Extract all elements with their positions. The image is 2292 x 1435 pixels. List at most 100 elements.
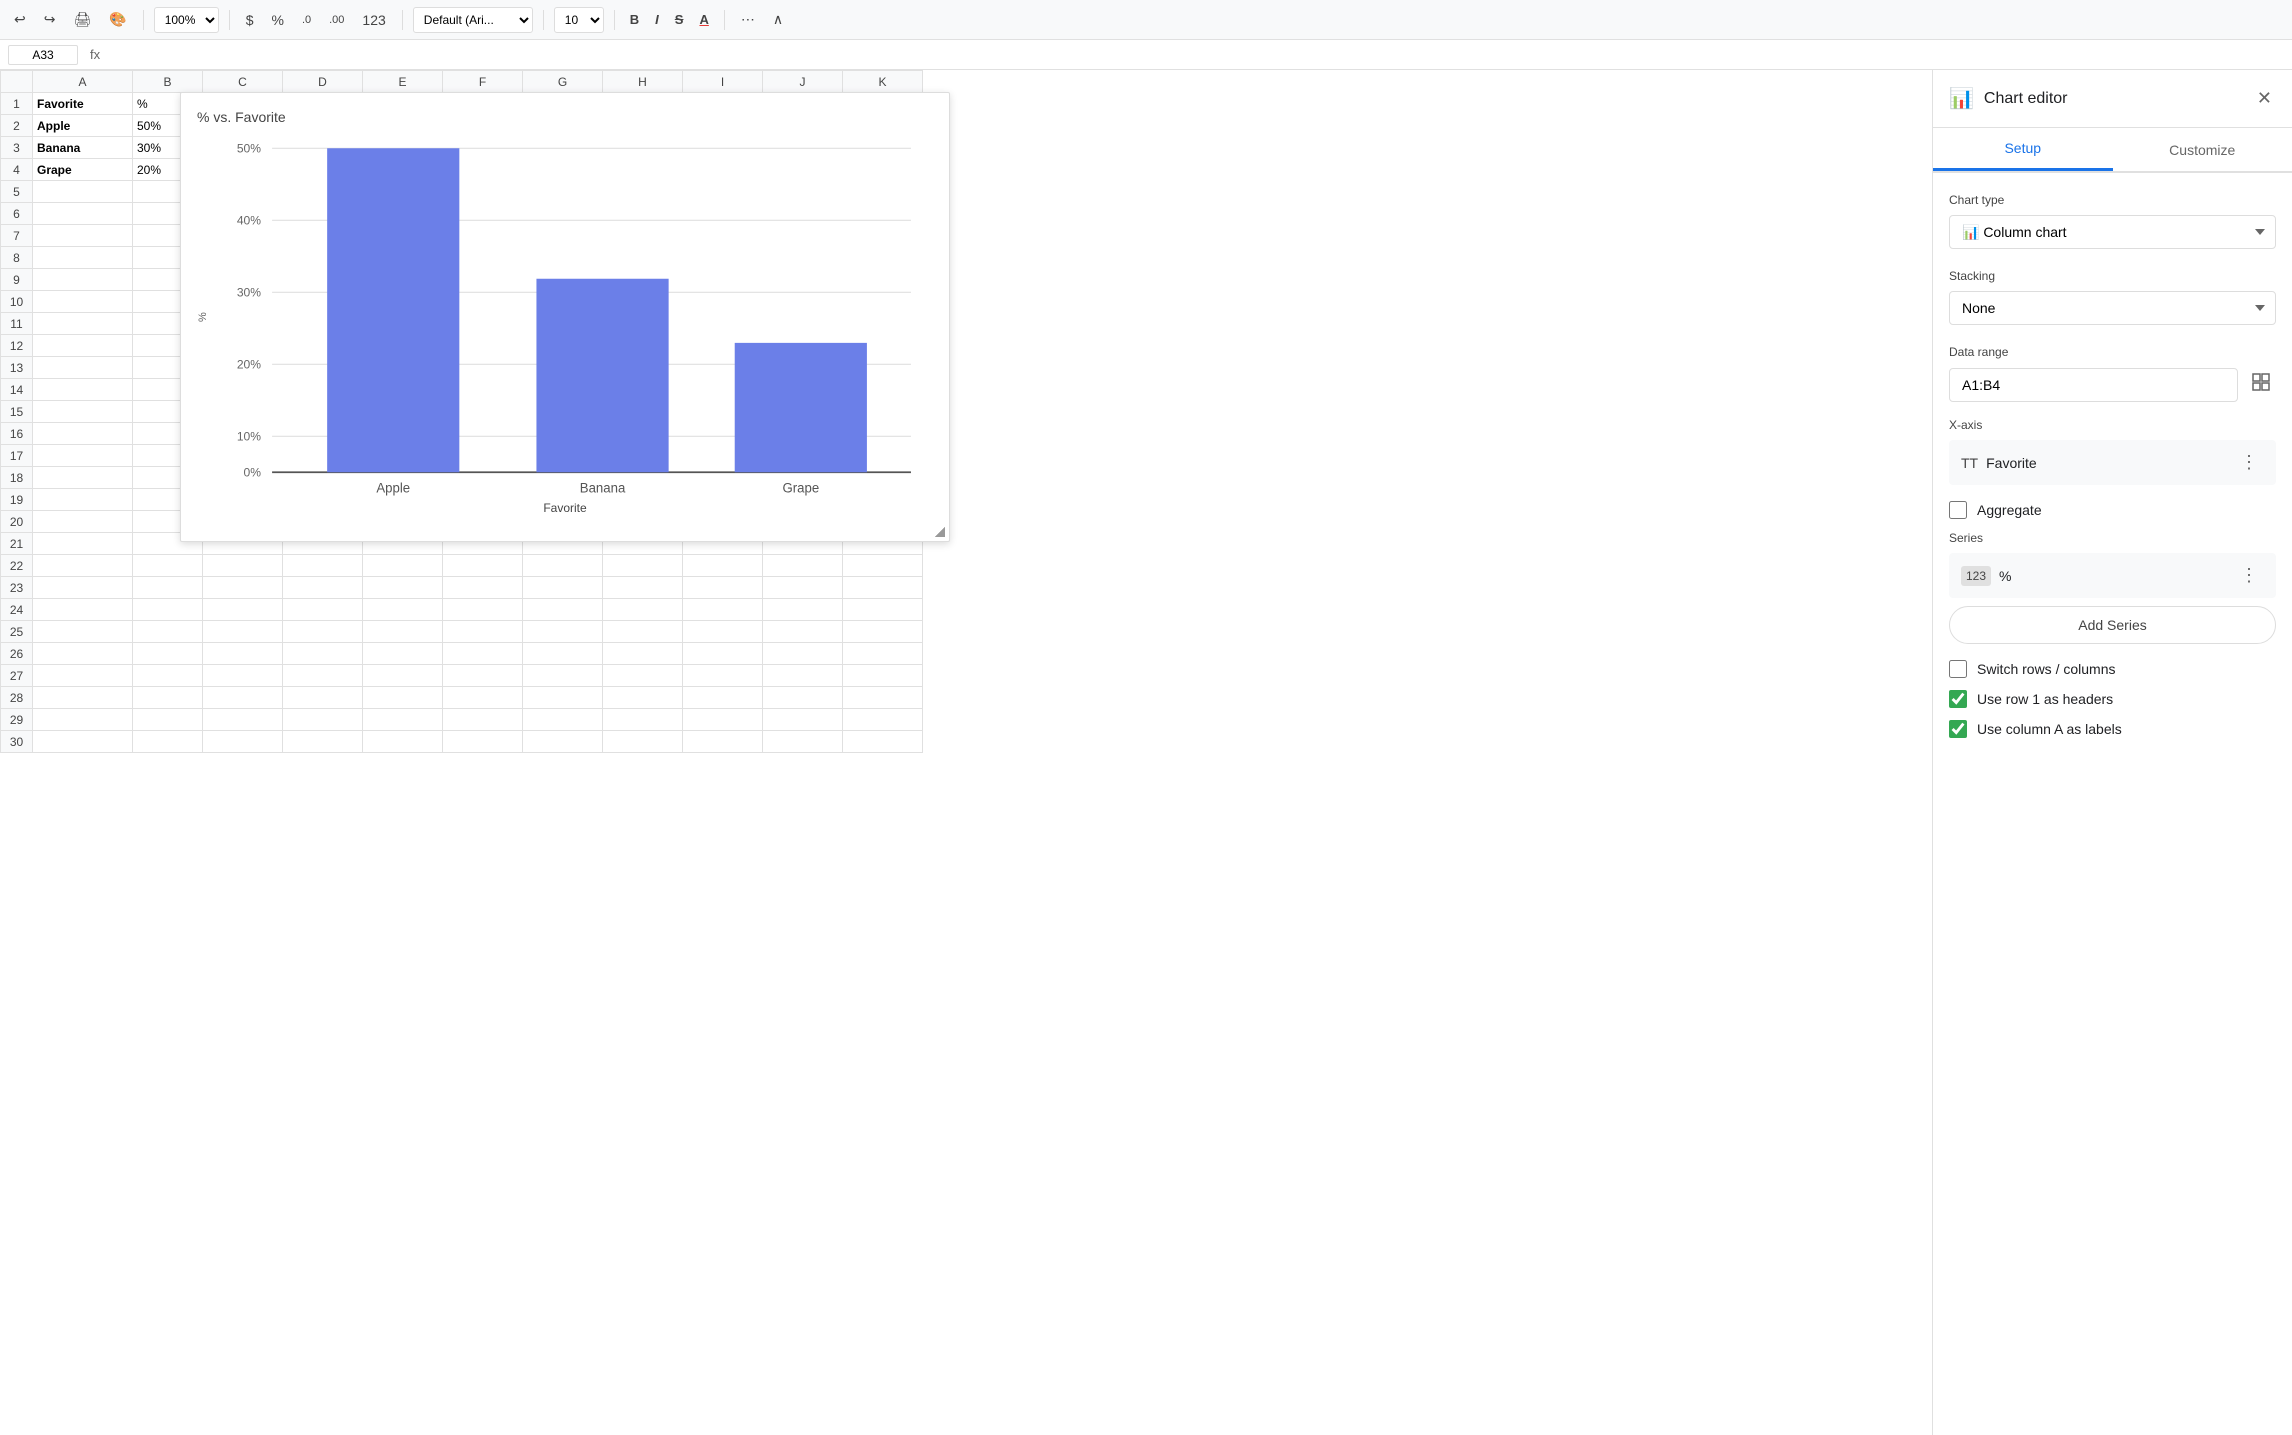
cell-a5[interactable]: [33, 181, 133, 203]
cell-k30[interactable]: [843, 731, 923, 753]
row-header-24[interactable]: 24: [1, 599, 33, 621]
cell-b30[interactable]: [133, 731, 203, 753]
collapse-button[interactable]: ∧: [767, 7, 789, 32]
row-header-11[interactable]: 11: [1, 313, 33, 335]
currency-button[interactable]: $: [240, 8, 260, 32]
chart-resize-handle[interactable]: [935, 527, 945, 537]
cell-k25[interactable]: [843, 621, 923, 643]
cell-j30[interactable]: [763, 731, 843, 753]
add-series-button[interactable]: Add Series: [1949, 606, 2276, 644]
cell-g25[interactable]: [523, 621, 603, 643]
cell-b29[interactable]: [133, 709, 203, 731]
cell-g29[interactable]: [523, 709, 603, 731]
more-button[interactable]: ⋯: [735, 7, 761, 32]
spreadsheet-area[interactable]: A B C D E F G H I J K 1Favorite%2Apple50…: [0, 70, 1932, 1435]
cell-f24[interactable]: [443, 599, 523, 621]
cell-reference-input[interactable]: [8, 45, 78, 65]
cell-k27[interactable]: [843, 665, 923, 687]
cell-i25[interactable]: [683, 621, 763, 643]
cell-h30[interactable]: [603, 731, 683, 753]
col-header-b[interactable]: B: [133, 71, 203, 93]
cell-h23[interactable]: [603, 577, 683, 599]
cell-a24[interactable]: [33, 599, 133, 621]
cell-a21[interactable]: [33, 533, 133, 555]
cell-a15[interactable]: [33, 401, 133, 423]
cell-a11[interactable]: [33, 313, 133, 335]
cell-g23[interactable]: [523, 577, 603, 599]
cell-a1[interactable]: Favorite: [33, 93, 133, 115]
row-header-5[interactable]: 5: [1, 181, 33, 203]
row-header-3[interactable]: 3: [1, 137, 33, 159]
cell-j28[interactable]: [763, 687, 843, 709]
undo-button[interactable]: ↩: [8, 7, 32, 32]
cell-a4[interactable]: Grape: [33, 159, 133, 181]
cell-e27[interactable]: [363, 665, 443, 687]
cell-g28[interactable]: [523, 687, 603, 709]
row-header-22[interactable]: 22: [1, 555, 33, 577]
cell-e22[interactable]: [363, 555, 443, 577]
print-button[interactable]: 🖨: [67, 7, 97, 32]
cell-h28[interactable]: [603, 687, 683, 709]
cell-e23[interactable]: [363, 577, 443, 599]
cell-j25[interactable]: [763, 621, 843, 643]
cell-f30[interactable]: [443, 731, 523, 753]
stacking-select[interactable]: None: [1949, 291, 2276, 325]
cell-d22[interactable]: [283, 555, 363, 577]
cell-f27[interactable]: [443, 665, 523, 687]
cell-b25[interactable]: [133, 621, 203, 643]
formula-input[interactable]: [112, 47, 2284, 62]
cell-a8[interactable]: [33, 247, 133, 269]
row-header-25[interactable]: 25: [1, 621, 33, 643]
cell-j23[interactable]: [763, 577, 843, 599]
cell-a28[interactable]: [33, 687, 133, 709]
col-header-e[interactable]: E: [363, 71, 443, 93]
col-header-d[interactable]: D: [283, 71, 363, 93]
col-header-j[interactable]: J: [763, 71, 843, 93]
cell-c30[interactable]: [203, 731, 283, 753]
cell-e29[interactable]: [363, 709, 443, 731]
cell-a14[interactable]: [33, 379, 133, 401]
bold-button[interactable]: B: [625, 9, 644, 30]
row-header-9[interactable]: 9: [1, 269, 33, 291]
cell-a26[interactable]: [33, 643, 133, 665]
text-color-button[interactable]: A: [694, 9, 713, 30]
row-header-29[interactable]: 29: [1, 709, 33, 731]
cell-a6[interactable]: [33, 203, 133, 225]
percent-button[interactable]: %: [265, 8, 289, 32]
cell-j29[interactable]: [763, 709, 843, 731]
cell-g24[interactable]: [523, 599, 603, 621]
cell-f26[interactable]: [443, 643, 523, 665]
row-header-15[interactable]: 15: [1, 401, 33, 423]
row-header-20[interactable]: 20: [1, 511, 33, 533]
cell-k26[interactable]: [843, 643, 923, 665]
italic-button[interactable]: I: [650, 9, 664, 30]
zoom-select[interactable]: 100%: [154, 7, 219, 33]
cell-a16[interactable]: [33, 423, 133, 445]
row-header-18[interactable]: 18: [1, 467, 33, 489]
use-row-header-checkbox[interactable]: [1949, 690, 1967, 708]
row-header-13[interactable]: 13: [1, 357, 33, 379]
data-range-input[interactable]: [1949, 368, 2238, 402]
cell-h25[interactable]: [603, 621, 683, 643]
cell-f22[interactable]: [443, 555, 523, 577]
cell-a25[interactable]: [33, 621, 133, 643]
row-header-2[interactable]: 2: [1, 115, 33, 137]
decimal-decrease-button[interactable]: .0: [296, 10, 317, 30]
cell-e24[interactable]: [363, 599, 443, 621]
cell-a10[interactable]: [33, 291, 133, 313]
cell-j22[interactable]: [763, 555, 843, 577]
cell-k23[interactable]: [843, 577, 923, 599]
row-header-6[interactable]: 6: [1, 203, 33, 225]
strikethrough-button[interactable]: S: [670, 9, 689, 30]
cell-b23[interactable]: [133, 577, 203, 599]
cell-c25[interactable]: [203, 621, 283, 643]
cell-f23[interactable]: [443, 577, 523, 599]
cell-h29[interactable]: [603, 709, 683, 731]
cell-c28[interactable]: [203, 687, 283, 709]
cell-k29[interactable]: [843, 709, 923, 731]
row-header-14[interactable]: 14: [1, 379, 33, 401]
x-axis-more-button[interactable]: ⋮: [2234, 450, 2264, 475]
series-more-button[interactable]: ⋮: [2234, 563, 2264, 588]
font-family-select[interactable]: Default (Ari...: [413, 7, 533, 33]
cell-e25[interactable]: [363, 621, 443, 643]
